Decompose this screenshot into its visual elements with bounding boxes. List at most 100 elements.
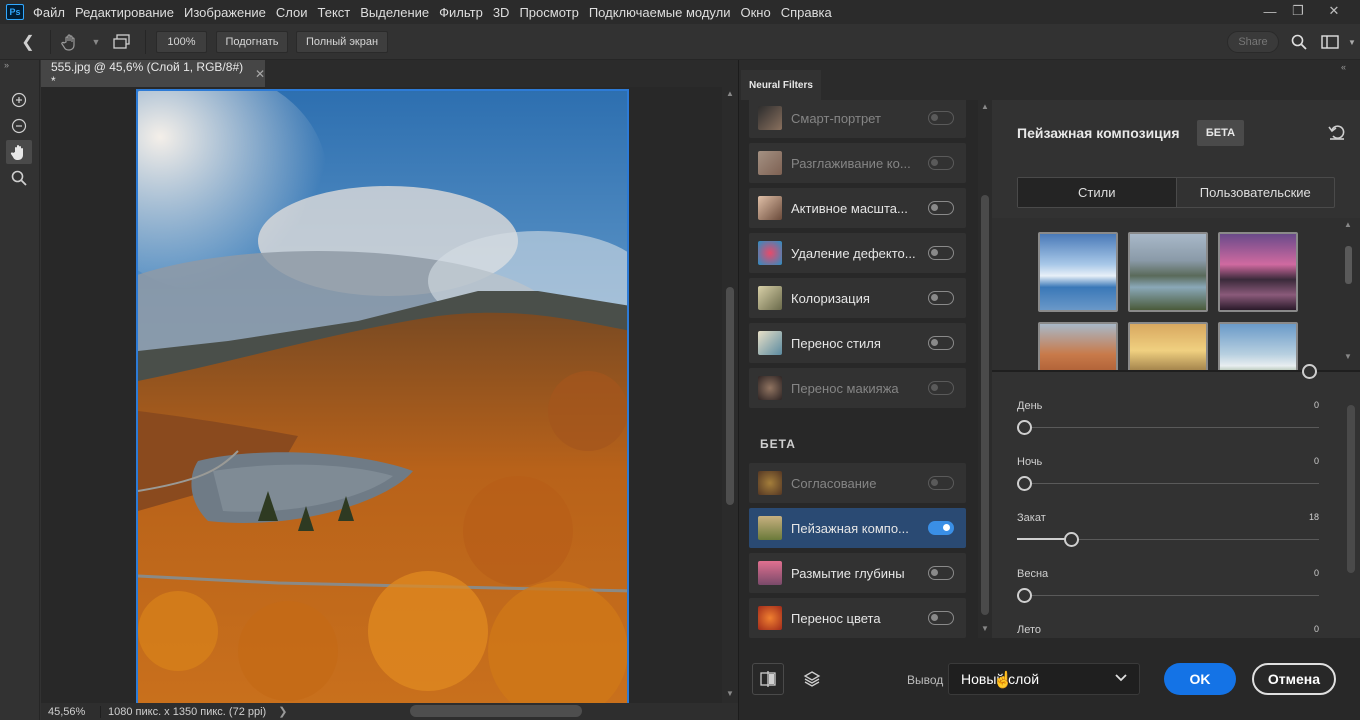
collapse-arrows-icon[interactable]: »: [4, 60, 9, 70]
filter-smart-portrait[interactable]: Смарт-портрет: [749, 100, 966, 138]
presets-scrollbar[interactable]: ▲ ▼: [1342, 218, 1356, 370]
scrollbar-thumb[interactable]: [981, 195, 989, 615]
fit-screen-button[interactable]: Подогнать: [216, 31, 288, 53]
scroll-up-icon[interactable]: ▲: [981, 102, 989, 111]
filter-toggle[interactable]: [928, 201, 954, 215]
zoom-tool-icon[interactable]: [6, 166, 32, 190]
slider-track[interactable]: [1017, 595, 1319, 596]
preset-golden-hour[interactable]: [1128, 322, 1208, 370]
slider-knob[interactable]: [1017, 588, 1032, 603]
hand-tool-icon[interactable]: [6, 140, 32, 164]
collapse-arrows-icon[interactable]: «: [1341, 62, 1346, 72]
full-screen-button[interactable]: Полный экран: [296, 31, 388, 53]
chevron-down-icon[interactable]: ▼: [84, 30, 108, 54]
preset-winter[interactable]: [1038, 232, 1118, 312]
close-icon[interactable]: ✕: [1320, 0, 1348, 22]
scrollbar-thumb[interactable]: [726, 287, 734, 505]
neural-filters-tab[interactable]: Neural Filters: [741, 70, 821, 100]
slider-track[interactable]: [1017, 483, 1319, 484]
scroll-down-icon[interactable]: ▼: [1344, 352, 1352, 361]
zoom-level[interactable]: 45,56%: [48, 706, 92, 718]
slider-knob[interactable]: [1017, 420, 1032, 435]
arrange-windows-icon[interactable]: [110, 30, 134, 54]
landscape-photo[interactable]: [136, 89, 629, 703]
layers-icon[interactable]: [796, 663, 828, 695]
close-tab-icon[interactable]: ✕: [255, 67, 265, 81]
filter-toggle[interactable]: [928, 336, 954, 350]
filter-style-transfer[interactable]: Перенос стиля: [749, 323, 966, 363]
menu-image[interactable]: Изображение: [184, 5, 266, 20]
scroll-down-icon[interactable]: ▼: [981, 624, 989, 633]
zoom-out-icon[interactable]: [6, 114, 32, 138]
document-tab[interactable]: 555.jpg @ 45,6% (Слой 1, RGB/8#) * ✕: [41, 60, 265, 88]
menu-filter[interactable]: Фильтр: [439, 5, 483, 20]
ok-button[interactable]: OK: [1164, 663, 1236, 695]
canvas-horizontal-scrollbar[interactable]: [410, 705, 582, 717]
zoom-100-button[interactable]: 100%: [156, 31, 207, 53]
menu-file[interactable]: Файл: [33, 5, 65, 20]
search-icon[interactable]: [1287, 30, 1311, 54]
menu-select[interactable]: Выделение: [360, 5, 429, 20]
restore-icon[interactable]: ❐: [1284, 0, 1312, 22]
filter-skin-smoothing[interactable]: Разглаживание ко...: [749, 143, 966, 183]
filter-toggle[interactable]: [928, 476, 954, 490]
photoshop-logo-icon[interactable]: Ps: [6, 4, 24, 20]
slider-knob[interactable]: [1017, 476, 1032, 491]
filter-makeup-transfer[interactable]: Перенос макияжа: [749, 368, 966, 408]
settings-scrollbar[interactable]: [1344, 380, 1358, 638]
tab-styles[interactable]: Стили: [1018, 178, 1176, 207]
preset-alpine[interactable]: [1218, 322, 1298, 370]
menu-window[interactable]: Окно: [740, 5, 770, 20]
menu-help[interactable]: Справка: [781, 5, 832, 20]
preset-mountain-lake[interactable]: [1128, 232, 1208, 312]
chevron-down-icon[interactable]: ▼: [1340, 30, 1360, 54]
filter-toggle[interactable]: [928, 611, 954, 625]
cancel-button[interactable]: Отмена: [1252, 663, 1336, 695]
filter-colorize[interactable]: Колоризация: [749, 278, 966, 318]
filter-toggle[interactable]: [928, 291, 954, 305]
hand-tool-icon[interactable]: [58, 30, 82, 54]
filter-toggle[interactable]: [928, 246, 954, 260]
slider-track[interactable]: [1017, 427, 1319, 428]
workspace-icon[interactable]: [1318, 30, 1342, 54]
filter-toggle[interactable]: [928, 566, 954, 580]
menu-layers[interactable]: Слои: [276, 5, 308, 20]
preset-canyon[interactable]: [1038, 322, 1118, 370]
canvas-vertical-scrollbar[interactable]: ▲ ▼: [722, 87, 738, 703]
reset-icon[interactable]: [1326, 121, 1348, 143]
tab-custom[interactable]: Пользовательские: [1175, 178, 1335, 207]
filter-landscape-mixer[interactable]: Пейзажная компо...: [749, 508, 966, 548]
filter-toggle[interactable]: [928, 156, 954, 170]
scroll-up-icon[interactable]: ▲: [1344, 220, 1352, 229]
canvas-area[interactable]: [41, 87, 722, 703]
filter-toggle[interactable]: [928, 111, 954, 125]
filter-super-zoom[interactable]: Активное масшта...: [749, 188, 966, 228]
filter-jpeg-artifacts-removal[interactable]: Удаление дефекто...: [749, 233, 966, 273]
preview-split-icon[interactable]: [752, 663, 784, 695]
filter-toggle[interactable]: [928, 381, 954, 395]
back-chevron-icon[interactable]: ❮: [16, 30, 40, 54]
output-select[interactable]: Новый слой ☝: [948, 663, 1140, 695]
menu-edit[interactable]: Редактирование: [75, 5, 174, 20]
zoom-in-icon[interactable]: [6, 88, 32, 112]
chevron-right-icon[interactable]: ❯: [278, 705, 287, 718]
preset-sunset-peak[interactable]: [1218, 232, 1298, 312]
menu-3d[interactable]: 3D: [493, 5, 510, 20]
scrollbar-thumb[interactable]: [1347, 405, 1355, 573]
scrollbar-thumb[interactable]: [1345, 246, 1352, 284]
filter-label: Перенос макияжа: [791, 380, 899, 396]
menu-view[interactable]: Просмотр: [519, 5, 578, 20]
slider-knob[interactable]: [1302, 364, 1317, 379]
filter-color-transfer[interactable]: Перенос цвета: [749, 598, 966, 638]
slider-knob[interactable]: [1063, 532, 1079, 547]
menu-plugins[interactable]: Подключаемые модули: [589, 5, 731, 20]
menu-type[interactable]: Текст: [318, 5, 351, 20]
scroll-down-icon[interactable]: ▼: [726, 689, 734, 698]
filter-harmonization[interactable]: Согласование: [749, 463, 966, 503]
share-button[interactable]: Share: [1227, 31, 1279, 53]
minimize-icon[interactable]: —: [1256, 0, 1284, 22]
scroll-up-icon[interactable]: ▲: [726, 89, 734, 98]
filter-list-scrollbar[interactable]: ▲ ▼: [978, 100, 992, 638]
filter-depth-blur[interactable]: Размытие глубины: [749, 553, 966, 593]
filter-toggle[interactable]: [928, 521, 954, 535]
